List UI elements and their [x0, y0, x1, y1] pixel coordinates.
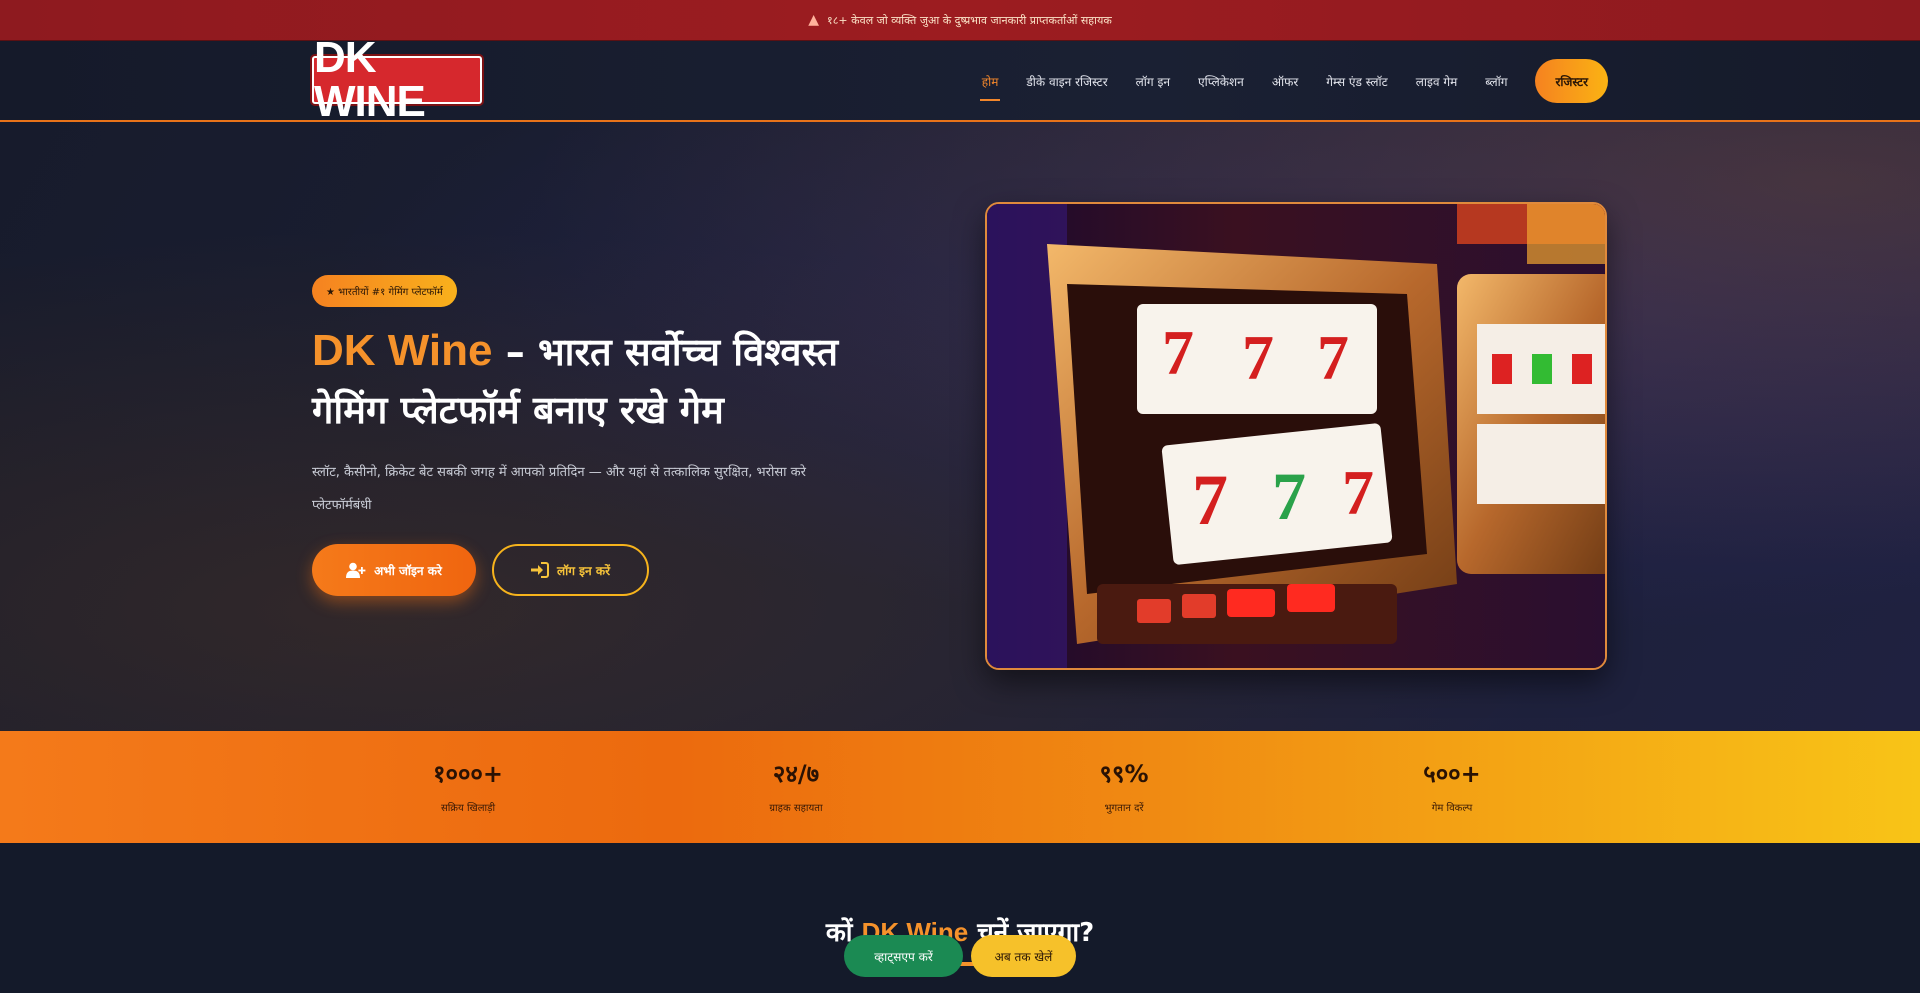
svg-text:7: 7 — [1317, 322, 1349, 393]
age-warning-bar: ▲ १८+ केवल जो व्यक्ति जुआ के दुष्प्रभाव … — [0, 0, 1920, 41]
nav-item-blog[interactable]: ब्लॉग — [1471, 59, 1521, 103]
hero-title-brand: DK Wine — [312, 326, 493, 375]
svg-text:7: 7 — [1242, 322, 1274, 393]
play-now-button[interactable]: अब तक खेलें — [971, 935, 1076, 977]
hero-description: स्लॉट, कैसीनो, क्रिकेट बेट सबकी जगह में … — [312, 465, 806, 513]
nav-item-live-game[interactable]: लाइव गेम — [1402, 59, 1472, 103]
warning-icon: ▲ — [808, 12, 819, 28]
sign-in-icon — [530, 562, 549, 578]
stat-label: गेम विकल्प — [1431, 803, 1473, 814]
site-logo[interactable]: DK WINE — [312, 36, 482, 124]
stat-value: ९९% — [1099, 760, 1149, 788]
stats-bar: १०००+ सक्रिय खिलाड़ी २४/७ ग्राहक सहायता … — [0, 731, 1920, 843]
stat-item: २४/७ ग्राहक सहायता — [696, 731, 896, 843]
svg-text:7: 7 — [1272, 458, 1306, 534]
hero-section: ★ भारतीयों #१ गेमिंग प्लेटफॉर्म DK Wine … — [0, 122, 1920, 731]
stat-label: सक्रिय खिलाड़ी — [440, 803, 496, 814]
login-label: लॉग इन करें — [556, 563, 611, 578]
slot-machine-illustration: 7 7 7 7 7 7 — [987, 204, 1605, 668]
main-navigation: DK WINE होम डीके वाइन रजिस्टर लॉग इन एप्… — [0, 36, 1920, 124]
hero-title: DK Wine – भारत सर्वोच्च विश्वस्त गेमिंग … — [312, 322, 872, 439]
stat-value: ५००+ — [1423, 760, 1481, 788]
stat-item: १०००+ सक्रिय खिलाड़ी — [368, 731, 568, 843]
user-plus-icon — [346, 562, 366, 578]
svg-text:7: 7 — [1162, 317, 1194, 388]
svg-text:7: 7 — [1192, 460, 1228, 540]
stat-value: १०००+ — [432, 760, 504, 788]
hero-badge: ★ भारतीयों #१ गेमिंग प्लेटफॉर्म — [312, 275, 457, 307]
floating-actions: व्हाट्सएप करें अब तक खेलें — [844, 935, 1076, 977]
login-button[interactable]: लॉग इन करें — [492, 544, 649, 596]
nav-item-login[interactable]: लॉग इन — [1122, 59, 1184, 103]
whatsapp-button[interactable]: व्हाट्सएप करें — [844, 935, 963, 977]
nav-item-home[interactable]: होम — [968, 59, 1013, 103]
register-button[interactable]: रजिस्टर — [1535, 59, 1608, 103]
stat-item: ५००+ गेम विकल्प — [1352, 731, 1552, 843]
join-now-label: अभी जॉइन करे — [374, 563, 442, 578]
svg-text:7: 7 — [1342, 457, 1374, 528]
slot-machine-image: 7 7 7 7 7 7 — [985, 202, 1607, 670]
stat-item: ९९% भुगतान दरें — [1024, 731, 1224, 843]
stat-label: ग्राहक सहायता — [769, 803, 823, 814]
nav-item-app[interactable]: एप्लिकेशन — [1184, 59, 1258, 103]
stat-value: २४/७ — [772, 760, 820, 788]
stat-label: भुगतान दरें — [1104, 803, 1144, 814]
age-warning-text: १८+ केवल जो व्यक्ति जुआ के दुष्प्रभाव जा… — [826, 13, 1112, 27]
nav-item-offers[interactable]: ऑफर — [1258, 59, 1312, 103]
nav-links: होम डीके वाइन रजिस्टर लॉग इन एप्लिकेशन ऑ… — [968, 59, 1608, 103]
nav-item-games-slots[interactable]: गेम्स एंड स्लॉट — [1312, 59, 1401, 103]
join-now-button[interactable]: अभी जॉइन करे — [312, 544, 476, 596]
nav-item-register[interactable]: डीके वाइन रजिस्टर — [1012, 59, 1121, 103]
